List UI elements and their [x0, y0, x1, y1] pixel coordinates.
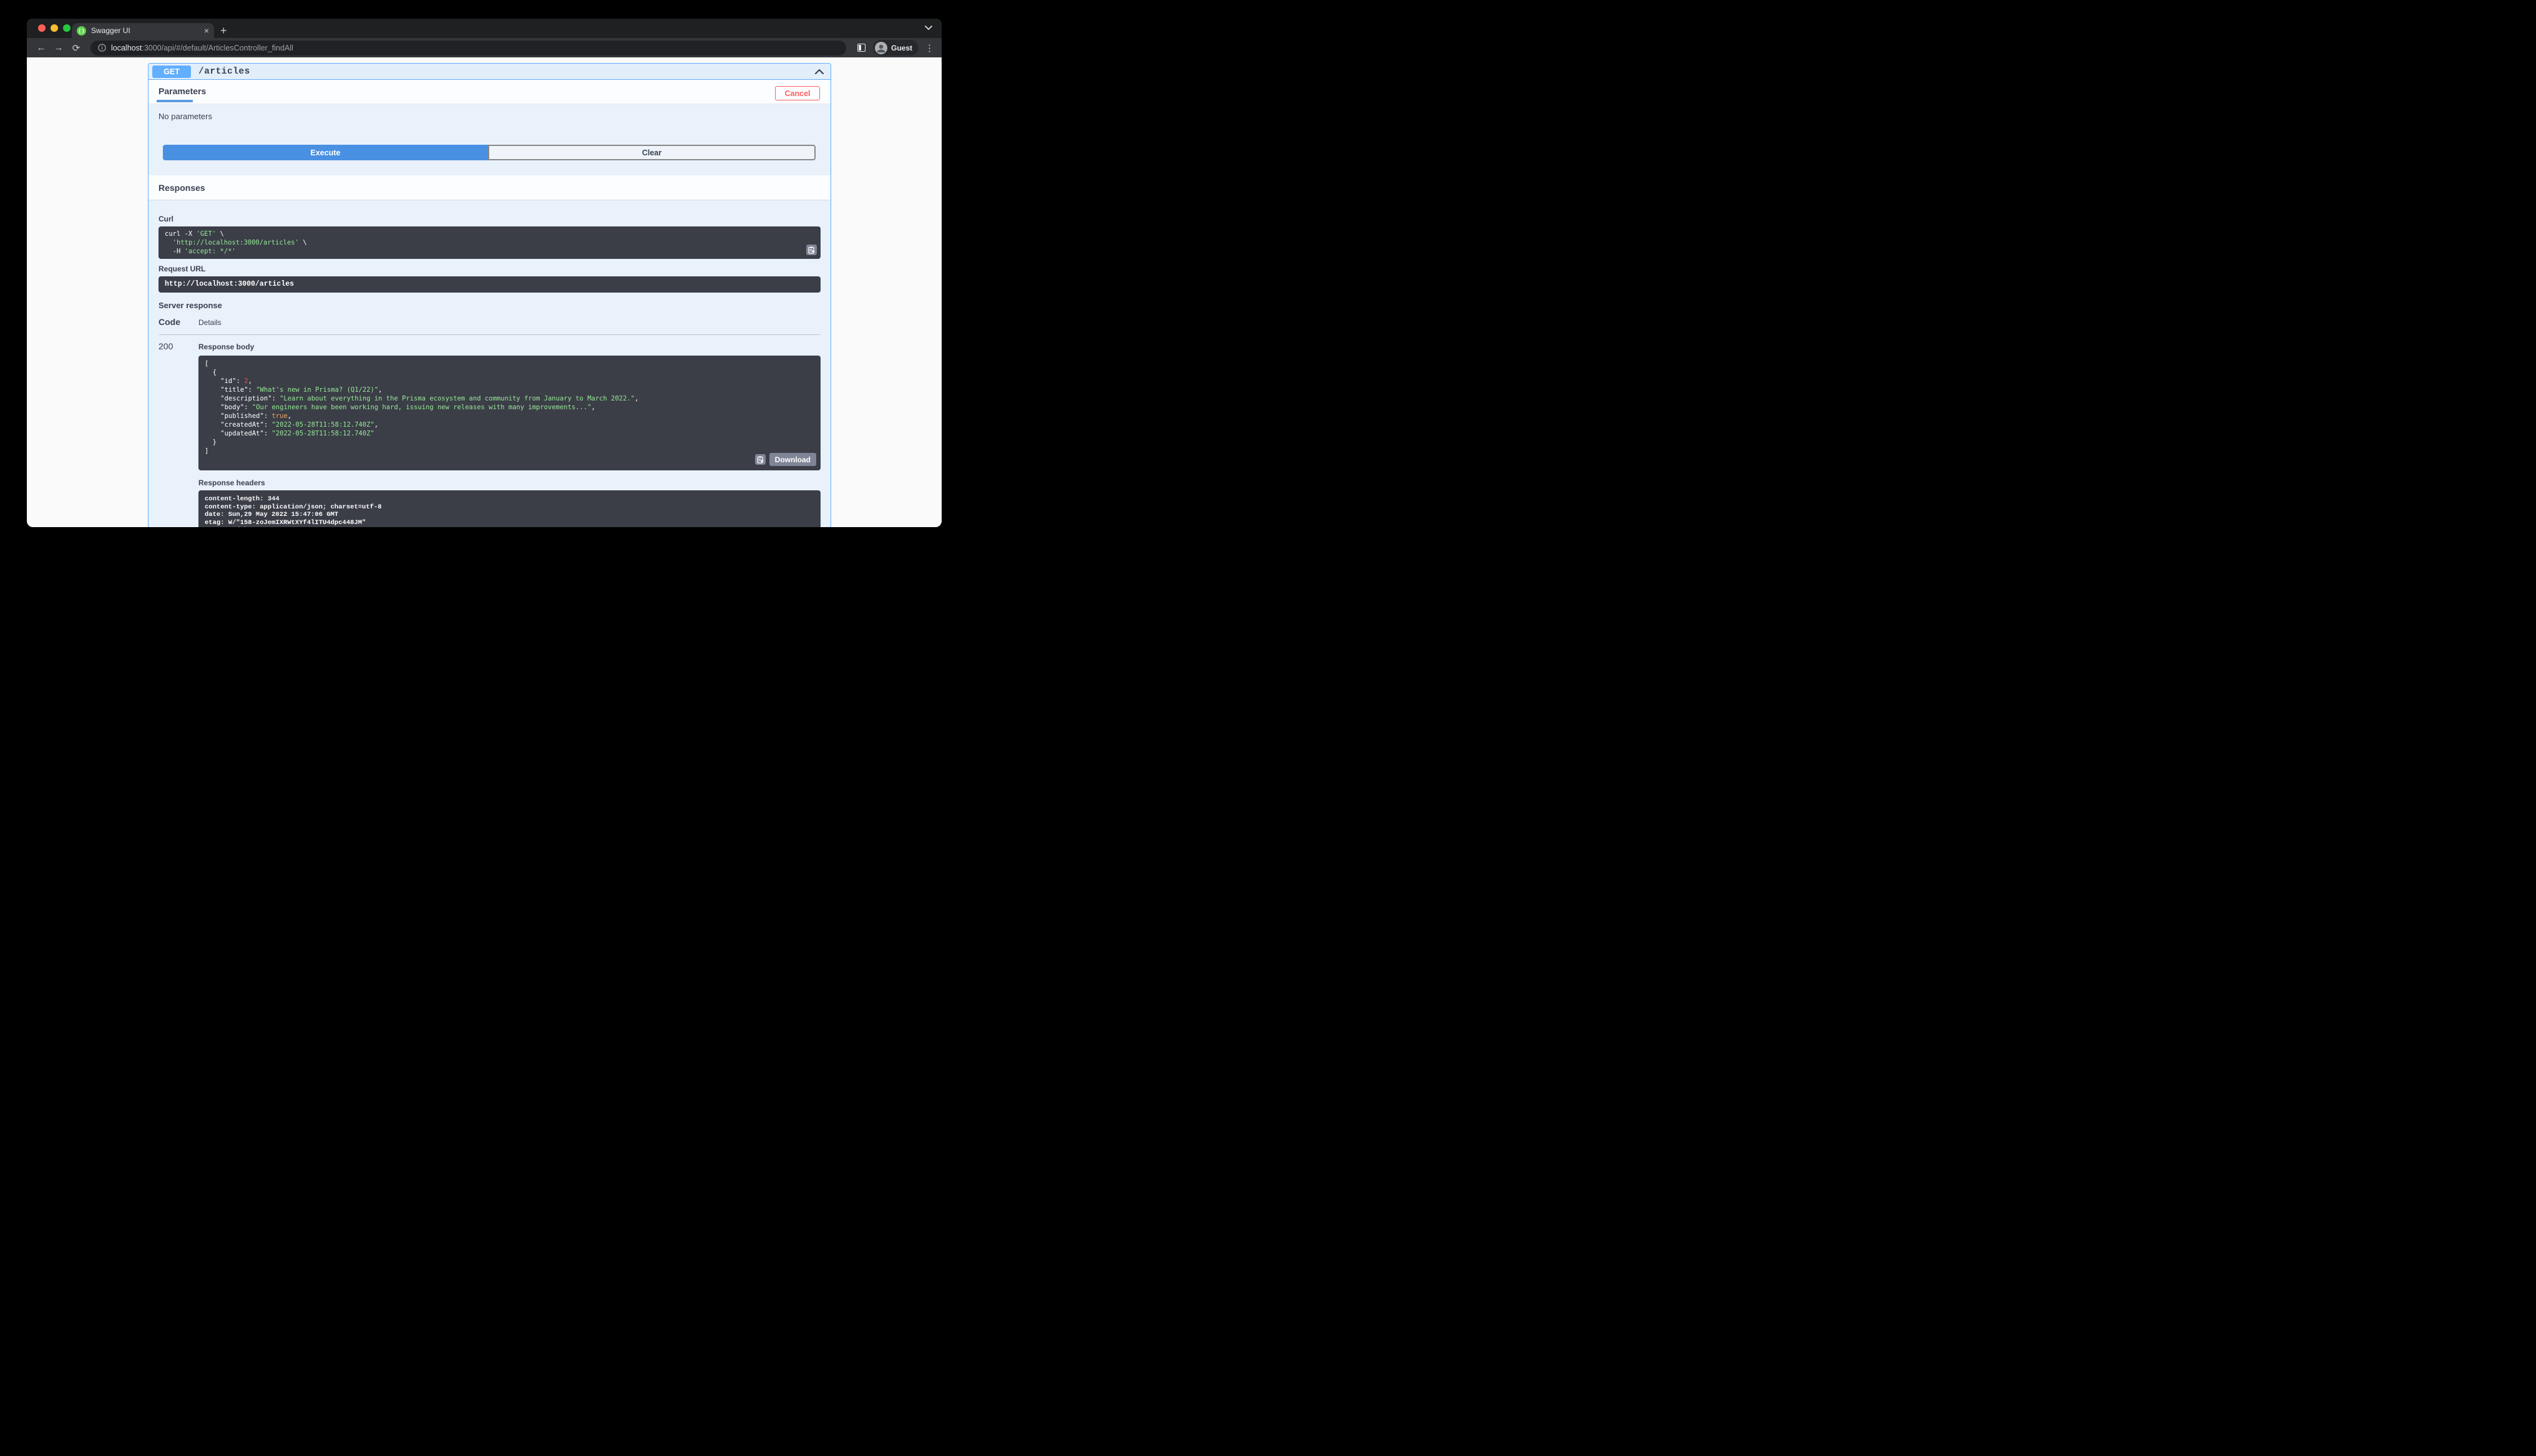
copy-to-clipboard-button[interactable] [754, 454, 766, 465]
code-line: "createdAt": "2022-05-28T11:58:12.740Z", [205, 421, 379, 429]
code-line: "body": "Our engineers have been working… [205, 404, 595, 411]
curl-label: Curl [158, 215, 173, 223]
browser-window: { } Swagger UI × + ← → ⟳ localhost:3000/… [27, 19, 942, 527]
collapse-chevron-up-icon[interactable] [814, 69, 824, 75]
code-line: curl -X 'GET' \ [165, 230, 224, 238]
reload-icon[interactable]: ⟳ [69, 42, 83, 54]
close-window-button[interactable] [38, 24, 46, 32]
screenshot-stage: { } Swagger UI × + ← → ⟳ localhost:3000/… [0, 0, 968, 562]
download-button[interactable]: Download [769, 453, 816, 466]
execute-row: Execute Clear [163, 145, 816, 160]
method-badge: GET [152, 65, 191, 78]
server-response-table-header: Code Details [158, 317, 821, 327]
header-line: content-type: application/json; charset=… [205, 503, 382, 511]
code-line: -H 'accept: */*' [165, 248, 236, 255]
code-line: 'http://localhost:3000/articles' \ [172, 239, 307, 246]
code-line: "description": "Learn about everything i… [205, 395, 639, 402]
site-info-icon[interactable] [98, 44, 106, 52]
divider [158, 334, 821, 335]
code-line: "updatedAt": "2022-05-28T11:58:12.740Z" [205, 430, 374, 437]
response-body-block: [ { "id": 2, "title": "What's new in Pri… [198, 356, 821, 470]
code-column-header: Code [158, 317, 180, 327]
code-line: "published": true, [205, 412, 292, 420]
responses-section-title: Responses [158, 182, 205, 193]
opblock-get-articles: GET /articles Parameters Cancel No param… [148, 63, 831, 527]
code-line: ] [205, 447, 209, 455]
status-code: 200 [158, 341, 173, 351]
new-tab-button[interactable]: + [220, 23, 227, 38]
request-url-value: http://localhost:3000/articles [165, 280, 295, 288]
forward-icon[interactable]: → [52, 42, 66, 53]
response-headers-label: Response headers [198, 478, 265, 487]
response-headers-block: content-length: 344 content-type: applic… [198, 490, 821, 527]
swagger-page: GET /articles Parameters Cancel No param… [27, 57, 942, 527]
browser-toolbar: ← → ⟳ localhost:3000/api/#/default/Artic… [27, 38, 942, 57]
traffic-lights [38, 24, 71, 32]
cancel-button[interactable]: Cancel [775, 86, 820, 100]
minimize-window-button[interactable] [51, 24, 58, 32]
chevron-down-icon[interactable] [924, 25, 933, 31]
tab-title: Swagger UI [91, 26, 130, 35]
address-bar[interactable]: localhost:3000/api/#/default/ArticlesCon… [90, 40, 846, 56]
clear-button[interactable]: Clear [488, 145, 816, 160]
header-line: date: Sun,29 May 2022 15:47:06 GMT [205, 511, 339, 518]
request-url-label: Request URL [158, 265, 206, 273]
code-line: [ [205, 360, 209, 367]
profile-chip[interactable]: Guest [872, 40, 919, 56]
code-line: } [205, 439, 217, 446]
back-icon[interactable]: ← [34, 42, 48, 53]
curl-command-block: curl -X 'GET' \ 'http://localhost:3000/a… [158, 226, 821, 259]
details-column-header: Details [198, 318, 222, 327]
swagger-favicon-icon: { } [77, 26, 86, 36]
header-line: etag: W/"158-zoJemIXRWtXYf4lITU4dpc448JM… [205, 518, 366, 527]
server-response-label: Server response [158, 301, 222, 310]
server-response-row: 200 Response body [ { "id": 2, "title": … [158, 341, 821, 527]
avatar [874, 41, 887, 54]
no-parameters-text: No parameters [158, 112, 212, 121]
tab-parameters[interactable]: Parameters [156, 86, 206, 102]
opblock-header[interactable]: GET /articles [149, 64, 831, 80]
profile-label: Guest [890, 43, 912, 52]
header-line: content-length: 344 [205, 495, 280, 503]
response-details: Response body [ { "id": 2, "title": "Wha… [198, 341, 821, 527]
tab-strip: { } Swagger UI × + [27, 19, 942, 38]
response-body-label: Response body [198, 342, 255, 351]
code-line: "id": 2, [205, 377, 252, 385]
parameters-tab-header: Parameters Cancel [149, 80, 831, 104]
url-host: localhost [111, 43, 142, 52]
code-line: "title": "What's new in Prisma? (Q1/22)"… [205, 386, 383, 394]
url-path: :3000/api/#/default/ArticlesController_f… [142, 43, 293, 52]
tab-close-icon[interactable]: × [204, 26, 209, 35]
execute-button[interactable]: Execute [163, 145, 488, 160]
side-panel-icon[interactable] [857, 44, 866, 52]
response-body-actions: Download [754, 453, 816, 466]
responses-section-header: Responses [149, 175, 831, 200]
copy-to-clipboard-button[interactable] [806, 245, 817, 255]
zoom-window-button[interactable] [63, 24, 71, 32]
endpoint-path: /articles [198, 66, 250, 77]
browser-tab[interactable]: { } Swagger UI × [72, 23, 214, 38]
request-url-block: http://localhost:3000/articles [158, 276, 821, 293]
code-line: { [205, 369, 217, 376]
browser-menu-icon[interactable]: ⋮ [925, 42, 934, 54]
